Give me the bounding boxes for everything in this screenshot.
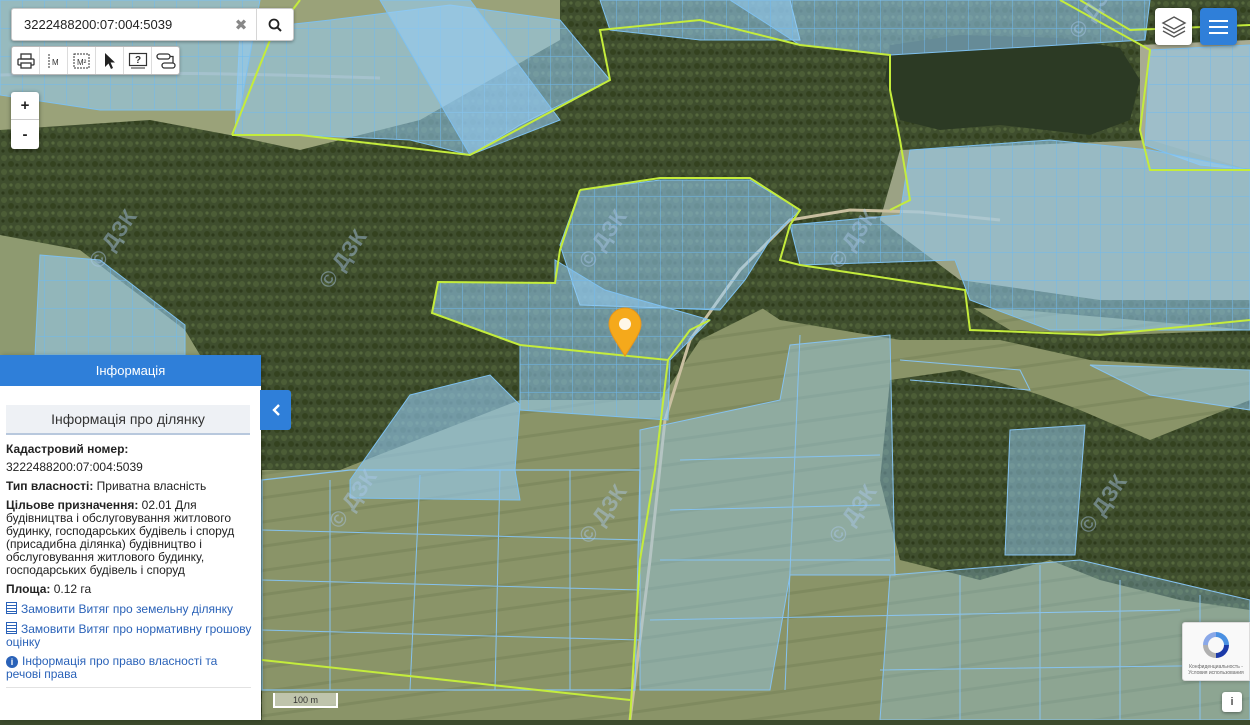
parcel-group[interactable] — [1144, 44, 1250, 171]
chevron-left-icon — [271, 404, 280, 416]
layers-button[interactable] — [1155, 8, 1192, 45]
route-icon — [155, 52, 176, 69]
recaptcha-icon — [1203, 632, 1229, 658]
print-icon — [16, 52, 35, 69]
identify-icon: ? — [128, 52, 147, 68]
ownership-rights-link[interactable]: i Інформація про право власності та речов… — [6, 655, 255, 681]
parcel[interactable] — [1004, 424, 1086, 556]
cadastral-value: 3222488200:07:004:5039 — [6, 460, 143, 474]
hamburger-icon — [1209, 19, 1228, 22]
search-button[interactable] — [256, 9, 293, 40]
divider — [6, 687, 251, 688]
measure-area-button[interactable]: M² — [68, 47, 96, 74]
panel-subtitle: Інформація про ділянку — [6, 405, 250, 435]
measure-length-icon: M — [48, 53, 59, 68]
area-label: Площа: — [6, 582, 51, 596]
search-icon — [268, 18, 282, 32]
cadastral-row: Кадастровий номер: 3222488200:07:004:503… — [6, 443, 255, 474]
layers-icon — [1161, 15, 1186, 38]
measure-area-icon: M² — [73, 53, 89, 68]
info-panel: Інформація Інформація про ділянку Кадаст… — [0, 355, 261, 720]
ownership-label: Тип власності: — [6, 479, 94, 493]
zoom-control: + - — [11, 92, 39, 149]
purpose-row: Цільове призначення: 02.01 Для будівницт… — [6, 499, 255, 577]
area-value: 0.12 га — [50, 582, 92, 596]
svg-text:M: M — [52, 58, 59, 67]
menu-button[interactable] — [1200, 8, 1237, 45]
panel-body: Інформація про ділянку Кадастровий номер… — [0, 386, 261, 688]
area-row: Площа: 0.12 га — [6, 583, 255, 596]
document-icon — [6, 602, 17, 614]
svg-text:?: ? — [135, 55, 141, 66]
recaptcha-text: Конфиденциальность - Условия использован… — [1188, 664, 1244, 676]
document-icon — [6, 622, 17, 634]
panel-header: Інформація — [0, 355, 261, 386]
ownership-row: Тип власності: Приватна власність — [6, 480, 255, 493]
measure-length-button[interactable]: M — [40, 47, 68, 74]
print-button[interactable] — [12, 47, 40, 74]
scale-bar: 100 m — [273, 693, 338, 708]
search-bar: ✖ — [11, 8, 294, 41]
route-button[interactable] — [152, 47, 179, 74]
recaptcha-badge[interactable]: Конфиденциальность - Условия использован… — [1182, 622, 1250, 681]
order-valuation-link[interactable]: Замовити Витяг про нормативну грошову оц… — [6, 622, 255, 649]
identify-button[interactable]: ? — [124, 47, 152, 74]
attribution-info-button[interactable]: i — [1222, 692, 1242, 712]
pointer-button[interactable] — [96, 47, 124, 74]
zoom-in-button[interactable]: + — [11, 92, 39, 120]
search-input[interactable] — [12, 9, 226, 40]
collapse-panel-button[interactable] — [260, 390, 291, 430]
map-toolbar: M M² ? — [11, 46, 180, 75]
purpose-label: Цільове призначення: — [6, 498, 139, 512]
cadastral-label: Кадастровий номер: — [6, 442, 129, 456]
zoom-out-button[interactable]: - — [11, 120, 39, 148]
svg-text:M²: M² — [77, 58, 87, 67]
ownership-value: Приватна власність — [93, 479, 207, 493]
pointer-icon — [104, 52, 115, 69]
close-icon[interactable]: ✖ — [226, 9, 256, 40]
order-extract-link[interactable]: Замовити Витяг про земельну ділянку — [6, 602, 255, 616]
